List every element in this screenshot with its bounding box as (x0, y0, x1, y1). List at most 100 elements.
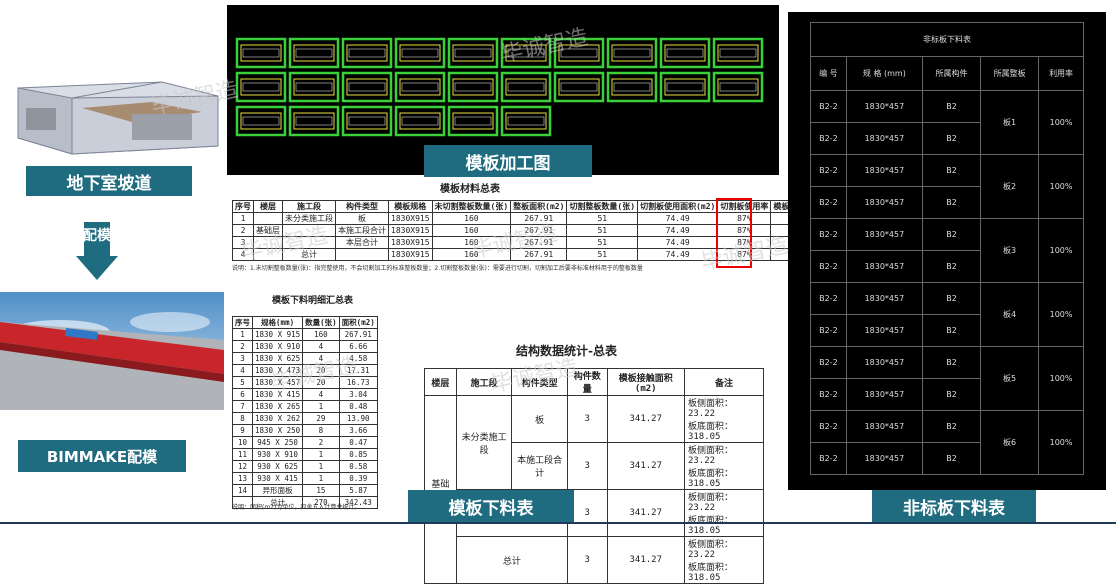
cad-panel (500, 105, 552, 137)
structure-area: 341.27 (606, 489, 685, 537)
table-cell: 930 X 415 (251, 472, 304, 485)
table-cell: 1830X915 (388, 236, 433, 249)
code-cell: B2-2 (810, 346, 847, 379)
member-cell: B2 (921, 378, 982, 411)
table-row: 14 异形面板 15 5.87 (232, 484, 378, 497)
cad-panel (505, 112, 547, 130)
rate-cell: 100% (1038, 346, 1084, 411)
cad-panel (606, 37, 658, 69)
table-cell: 11 (232, 448, 253, 461)
cad-panel (401, 116, 439, 126)
rate-cell: 100% (1038, 218, 1084, 283)
table-cell: 14 (232, 484, 253, 497)
cad-panel (295, 116, 333, 126)
detail-summary-title: 模板下料明细汇总表 (272, 296, 354, 306)
structure-grand-total: 总计 (455, 536, 568, 584)
table-cell: 0.85 (338, 448, 378, 461)
cad-panel (613, 82, 651, 92)
column-header: 整板面积(m2) (510, 200, 568, 213)
table-row: 1 1830 X 915 160 267.91 (232, 328, 378, 341)
column-header: 编 号 (810, 56, 847, 91)
remark-side: 板侧面积：23.22 (687, 493, 733, 513)
cad-panel (293, 44, 335, 62)
table-cell (335, 248, 389, 261)
cad-panel (288, 71, 340, 103)
spec-cell: 1830*457 (845, 346, 923, 379)
table-cell: 160 (431, 212, 512, 225)
bottom-divider (0, 522, 1116, 524)
cad-panel (454, 82, 492, 92)
cad-panel (346, 44, 388, 62)
cad-panel (235, 37, 287, 69)
table-cell: 12 (232, 460, 253, 473)
cad-panel (242, 82, 280, 92)
table-cell: 1 (232, 212, 254, 225)
code-cell: B2-2 (810, 250, 847, 283)
column-header: 切割板使用面积(m2) (637, 200, 719, 213)
structure-count: 3 (566, 442, 608, 490)
cad-panel (454, 48, 492, 58)
table-cell: 3.66 (338, 424, 378, 437)
cad-panel (717, 44, 759, 62)
table-cell: 2 (232, 340, 253, 353)
bimmake-render (0, 292, 224, 410)
rate-cell: 100% (1038, 90, 1084, 155)
rate-cell: 100% (1038, 410, 1084, 475)
table-cell: 4 (232, 364, 253, 377)
cad-panel (293, 112, 335, 130)
code-cell: B2-2 (810, 90, 847, 123)
table-cell: 160 (302, 328, 340, 341)
column-header: 数量(张) (302, 316, 340, 329)
table-cell (253, 212, 283, 225)
cad-panel (447, 71, 499, 103)
table-cell: 945 X 250 (251, 436, 304, 449)
cad-panel (712, 71, 764, 103)
spec-cell: 1830*457 (845, 250, 923, 283)
table-cell: 8 (232, 412, 253, 425)
table-row: 8 1830 X 262 29 13.90 (232, 412, 378, 425)
cad-panel (664, 78, 706, 96)
table-cell: 15 (302, 484, 340, 497)
cad-panel (666, 48, 704, 58)
table-cell: 异形面板 (251, 484, 304, 497)
detail-summary-note: 说明：面积(m2)为单位，四舍五入计算并统计。 (232, 504, 361, 511)
table-cell: 1 (232, 328, 253, 341)
cad-panel (560, 82, 598, 92)
table-cell: 7 (232, 400, 253, 413)
spec-cell: 1830*457 (845, 378, 923, 411)
table-cell: 1830X915 (388, 248, 433, 261)
column-header: 楼层 (253, 200, 283, 213)
table-cell: 29 (302, 412, 340, 425)
nonstd-title: 非标板下料表 (810, 22, 1084, 57)
member-cell: B2 (921, 250, 982, 283)
table-row: B2-2 1830*457 B2 板3 100% (810, 218, 1084, 283)
cad-panel (295, 82, 333, 92)
group-cell: 板4 (980, 282, 1040, 347)
cad-panel (394, 37, 446, 69)
detail-table: 序号 规格(mm) 数量(张) 面积(m2) 1 1830 X 915 160 267.91… (232, 316, 378, 509)
table-row: B2-2 1830*457 B2 板2 100% (810, 154, 1084, 219)
table-cell: 1830 X 265 (251, 400, 304, 413)
column-header: 规格(mm) (251, 316, 304, 329)
code-cell: B2-2 (810, 282, 847, 315)
nonstd-table-panel: 非标板下料表 编 号规 格 (mm) 所属构件 所属整板 利用率 B2-2 1830*4… (788, 12, 1106, 490)
table-cell: 1 (302, 448, 340, 461)
table-cell: 0.58 (338, 460, 378, 473)
spec-cell: 1830*457 (845, 314, 923, 347)
table-cell: 13 (232, 472, 253, 485)
member-cell: B2 (921, 90, 982, 123)
group-cell: 板1 (980, 90, 1040, 155)
cad-panel (341, 105, 393, 137)
cad-panel (719, 82, 757, 92)
spec-cell: 1830*457 (845, 282, 923, 315)
column-header: 构件类型 (335, 200, 389, 213)
column-header: 施工段 (282, 200, 336, 213)
table-cell: 930 X 625 (251, 460, 304, 473)
cad-panel (500, 71, 552, 103)
cad-panel (242, 116, 280, 126)
cad-panel (288, 37, 340, 69)
material-summary-note: 说明：1.未切割整板数量(张)：指完整使用，不会切割加工的标准整板数量；2.切割… (232, 265, 643, 272)
cad-panel (447, 37, 499, 69)
cad-panel (399, 44, 441, 62)
cad-panel (553, 71, 605, 103)
